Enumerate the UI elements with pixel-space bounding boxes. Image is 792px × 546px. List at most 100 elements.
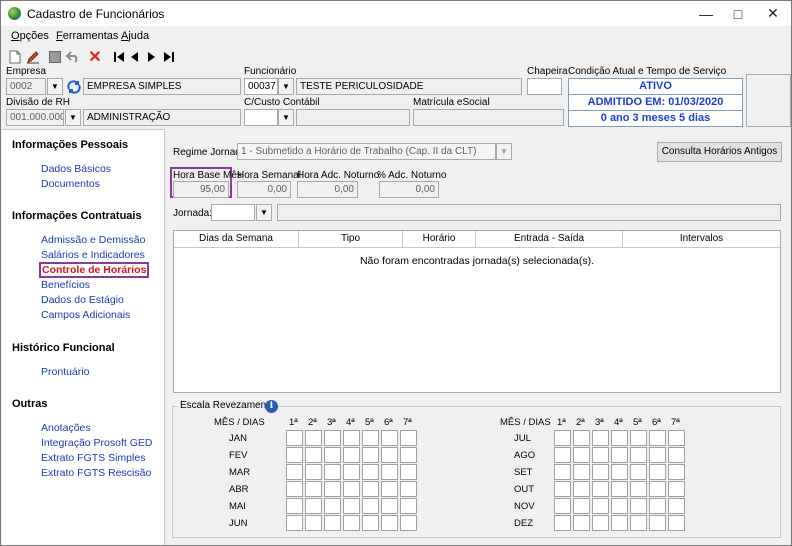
escala-cell-ago-3[interactable]: [592, 447, 609, 463]
matricula-field[interactable]: [413, 109, 564, 126]
escala-cell-mar-3[interactable]: [324, 464, 341, 480]
menu-ajuda[interactable]: Ajuda: [121, 30, 149, 42]
escala-cell-set-1[interactable]: [554, 464, 571, 480]
delete-icon[interactable]: ✕: [87, 49, 103, 66]
escala-cell-nov-4[interactable]: [611, 498, 628, 514]
escala-cell-out-3[interactable]: [592, 481, 609, 497]
regime-jornada-select[interactable]: 1 - Submetido a Horário de Trabalho (Cap…: [237, 143, 496, 160]
close-icon[interactable]: ✕: [756, 1, 790, 26]
escala-cell-mar-5[interactable]: [362, 464, 379, 480]
sidebar-item-documentos[interactable]: Documentos: [41, 178, 100, 190]
escala-cell-jul-3[interactable]: [592, 430, 609, 446]
escala-cell-jun-5[interactable]: [362, 515, 379, 531]
escala-cell-mai-2[interactable]: [305, 498, 322, 514]
escala-cell-jan-4[interactable]: [343, 430, 360, 446]
escala-cell-jun-2[interactable]: [305, 515, 322, 531]
escala-cell-nov-3[interactable]: [592, 498, 609, 514]
escala-cell-nov-7[interactable]: [668, 498, 685, 514]
escala-cell-jan-7[interactable]: [400, 430, 417, 446]
edit-pencil-icon[interactable]: [25, 49, 41, 65]
sidebar-item-salarios-indicadores[interactable]: Salários e Indicadores: [41, 249, 145, 261]
escala-cell-ago-6[interactable]: [649, 447, 666, 463]
escala-cell-mar-7[interactable]: [400, 464, 417, 480]
escala-cell-ago-1[interactable]: [554, 447, 571, 463]
escala-cell-out-7[interactable]: [668, 481, 685, 497]
escala-cell-out-5[interactable]: [630, 481, 647, 497]
column-entrada-saida[interactable]: Entrada - Saída: [476, 231, 623, 248]
funcionario-code-field[interactable]: 00037: [244, 78, 278, 95]
escala-cell-mai-6[interactable]: [381, 498, 398, 514]
escala-cell-mai-4[interactable]: [343, 498, 360, 514]
escala-cell-set-4[interactable]: [611, 464, 628, 480]
escala-cell-jul-2[interactable]: [573, 430, 590, 446]
column-tipo[interactable]: Tipo: [299, 231, 403, 248]
escala-cell-jun-7[interactable]: [400, 515, 417, 531]
jornada-code-field[interactable]: [211, 204, 255, 221]
escala-cell-set-3[interactable]: [592, 464, 609, 480]
escala-cell-ago-7[interactable]: [668, 447, 685, 463]
sidebar-item-controle-horarios[interactable]: Controle de Horários: [39, 262, 150, 278]
escala-cell-fev-1[interactable]: [286, 447, 303, 463]
empresa-code-field[interactable]: 0002: [6, 78, 46, 95]
sidebar-item-anotacoes[interactable]: Anotações: [41, 422, 91, 434]
custo-dropdown-icon[interactable]: ▼: [278, 109, 294, 126]
sidebar-item-dados-basicos[interactable]: Dados Básicos: [41, 163, 111, 175]
escala-cell-jun-6[interactable]: [381, 515, 398, 531]
escala-cell-mai-1[interactable]: [286, 498, 303, 514]
escala-cell-jul-5[interactable]: [630, 430, 647, 446]
escala-cell-jan-2[interactable]: [305, 430, 322, 446]
minimize-icon[interactable]: —: [689, 1, 723, 26]
first-record-icon[interactable]: [111, 49, 127, 65]
escala-cell-mar-4[interactable]: [343, 464, 360, 480]
escala-cell-jan-1[interactable]: [286, 430, 303, 446]
hora-base-field[interactable]: 95,00: [173, 181, 229, 198]
save-icon[interactable]: [47, 49, 63, 65]
escala-cell-mai-3[interactable]: [324, 498, 341, 514]
escala-cell-abr-1[interactable]: [286, 481, 303, 497]
escala-cell-abr-7[interactable]: [400, 481, 417, 497]
column-dias-semana[interactable]: Dias da Semana: [174, 231, 299, 248]
escala-cell-nov-2[interactable]: [573, 498, 590, 514]
escala-cell-out-2[interactable]: [573, 481, 590, 497]
escala-cell-jul-1[interactable]: [554, 430, 571, 446]
regime-jornada-dropdown-icon[interactable]: ▼: [496, 143, 512, 160]
consulta-horarios-antigos-button[interactable]: Consulta Horários Antigos: [657, 142, 782, 162]
escala-cell-set-2[interactable]: [573, 464, 590, 480]
escala-cell-jan-5[interactable]: [362, 430, 379, 446]
sidebar-item-campos-adicionais[interactable]: Campos Adicionais: [41, 309, 130, 321]
escala-cell-abr-4[interactable]: [343, 481, 360, 497]
escala-cell-fev-4[interactable]: [343, 447, 360, 463]
jornada-dropdown-icon[interactable]: ▼: [256, 204, 272, 221]
escala-cell-abr-3[interactable]: [324, 481, 341, 497]
column-intervalos[interactable]: Intervalos: [623, 231, 780, 248]
escala-cell-dez-7[interactable]: [668, 515, 685, 531]
escala-cell-ago-4[interactable]: [611, 447, 628, 463]
empresa-dropdown-icon[interactable]: ▼: [47, 78, 63, 95]
escala-cell-nov-6[interactable]: [649, 498, 666, 514]
escala-cell-jun-4[interactable]: [343, 515, 360, 531]
escala-cell-mai-5[interactable]: [362, 498, 379, 514]
swap-company-icon[interactable]: [65, 78, 82, 95]
hora-adc-noturno-field[interactable]: 0,00: [297, 181, 358, 198]
custo-field[interactable]: [244, 109, 278, 126]
escala-cell-fev-3[interactable]: [324, 447, 341, 463]
escala-cell-dez-3[interactable]: [592, 515, 609, 531]
escala-cell-dez-2[interactable]: [573, 515, 590, 531]
escala-cell-dez-4[interactable]: [611, 515, 628, 531]
escala-cell-fev-2[interactable]: [305, 447, 322, 463]
escala-cell-dez-1[interactable]: [554, 515, 571, 531]
maximize-icon[interactable]: □: [721, 1, 755, 26]
escala-cell-jun-1[interactable]: [286, 515, 303, 531]
escala-cell-set-5[interactable]: [630, 464, 647, 480]
new-document-icon[interactable]: [7, 49, 23, 65]
divisao-code-field[interactable]: 001.000.000: [6, 109, 64, 126]
escala-cell-dez-6[interactable]: [649, 515, 666, 531]
sidebar-item-extrato-fgts-rescisao[interactable]: Extrato FGTS Rescisão: [41, 467, 151, 479]
escala-cell-mar-1[interactable]: [286, 464, 303, 480]
next-record-icon[interactable]: [143, 49, 159, 65]
sidebar-item-beneficios[interactable]: Benefícios: [41, 279, 90, 291]
escala-cell-abr-6[interactable]: [381, 481, 398, 497]
escala-cell-out-6[interactable]: [649, 481, 666, 497]
escala-cell-jul-6[interactable]: [649, 430, 666, 446]
escala-cell-mai-7[interactable]: [400, 498, 417, 514]
